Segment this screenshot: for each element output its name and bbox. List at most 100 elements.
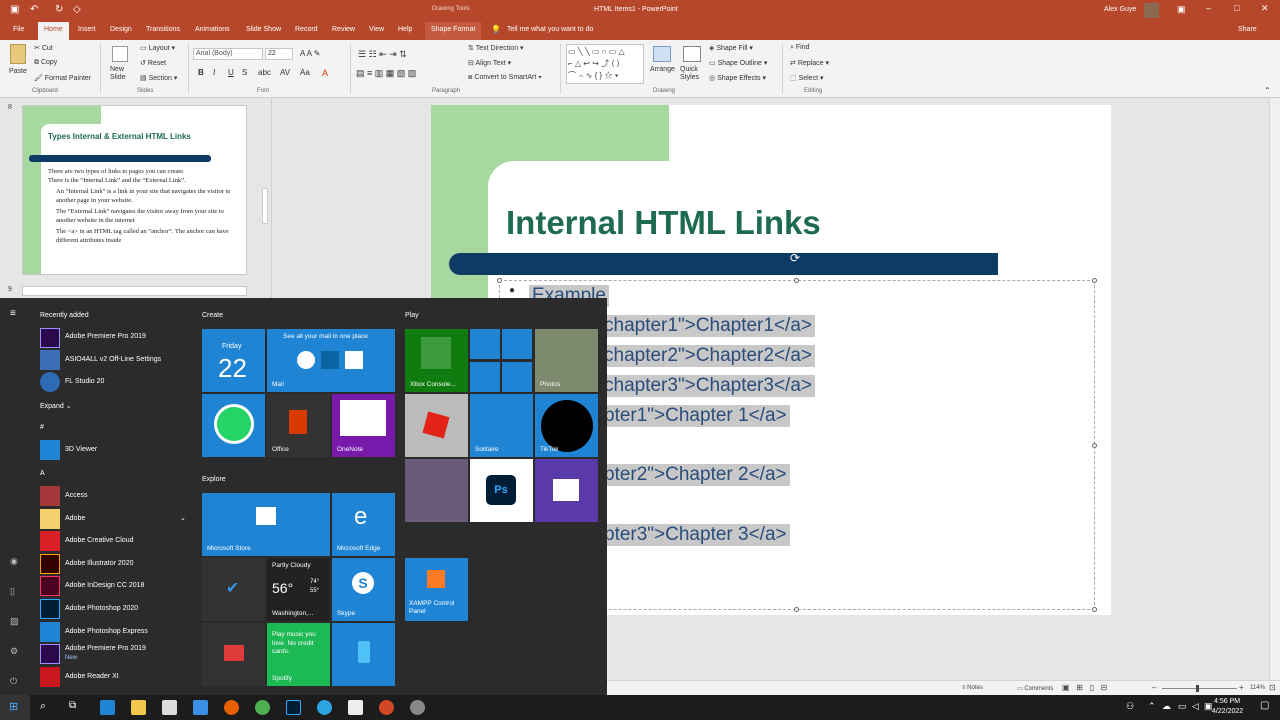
- office-tile[interactable]: Office: [267, 394, 330, 457]
- vertical-scrollbar[interactable]: [1269, 98, 1280, 680]
- tab-transitions[interactable]: Transitions: [146, 26, 180, 33]
- todo-tile[interactable]: ✔: [202, 558, 265, 621]
- store-taskbar-icon[interactable]: [162, 700, 177, 715]
- settings-taskbar-icon[interactable]: [410, 700, 425, 715]
- start-button[interactable]: ⊞: [0, 695, 30, 720]
- task-view-icon[interactable]: ⧉: [69, 700, 76, 711]
- replace-button[interactable]: ⇄ Replace ▾: [790, 59, 829, 67]
- roblox-tile[interactable]: [405, 394, 468, 457]
- redo-icon[interactable]: ↻: [55, 4, 63, 15]
- news-tile[interactable]: [202, 623, 265, 686]
- dolby-tile[interactable]: [535, 459, 598, 522]
- zoom-in-icon[interactable]: +: [1239, 683, 1244, 692]
- grow-font-icon[interactable]: A A ✎: [300, 49, 321, 58]
- edge-tile[interactable]: e Microsoft Edge: [332, 493, 395, 556]
- app-list-item[interactable]: ASIO4ALL v2 Off-Line Settings: [65, 356, 161, 363]
- globe-icon[interactable]: [317, 700, 332, 715]
- tab-review[interactable]: Review: [332, 26, 355, 33]
- minimize-icon[interactable]: –: [1206, 3, 1211, 13]
- app-list-item[interactable]: Adobe Illustrator 2020: [65, 560, 134, 567]
- clock-time[interactable]: 4:56 PM: [1214, 698, 1240, 705]
- tab-home[interactable]: Home: [38, 22, 69, 40]
- view-buttons[interactable]: ▣ ⊞ ▯ ⊟: [1062, 683, 1107, 692]
- slide-thumbnail-9[interactable]: [22, 286, 247, 296]
- shape-effects-button[interactable]: ◎ Shape Effects ▾: [709, 74, 766, 82]
- weather-tile[interactable]: Partly Cloudy 56° 74° 55° Washington,...: [267, 558, 330, 621]
- text-direction-button[interactable]: ⇅ Text Direction ▾: [468, 44, 524, 52]
- resize-handle[interactable]: [794, 278, 799, 283]
- strikethrough-button[interactable]: abc: [258, 68, 271, 77]
- skype-tile[interactable]: S Skype: [332, 558, 395, 621]
- expand-link[interactable]: Expand ⌄: [40, 402, 72, 410]
- app-list-item[interactable]: Adobe: [65, 515, 85, 522]
- zoom-level[interactable]: 114%: [1250, 685, 1265, 691]
- camera-tile[interactable]: [502, 362, 532, 392]
- maximize-icon[interactable]: □: [1234, 3, 1239, 13]
- store-tile[interactable]: Microsoft Store: [202, 493, 330, 556]
- pictures-icon[interactable]: ▨: [10, 616, 19, 627]
- code-line-1[interactable]: chapter1">Chapter1</a>: [601, 315, 815, 337]
- zoom-thumb[interactable]: [1196, 685, 1199, 692]
- code-line-3[interactable]: chapter3">Chapter3</a>: [601, 375, 815, 397]
- format-painter-button[interactable]: 🖌 Format Painter: [34, 74, 91, 82]
- thumb-scrollbar[interactable]: [262, 188, 268, 224]
- power-icon[interactable]: ⏻: [10, 676, 17, 687]
- firefox-icon[interactable]: [224, 700, 239, 715]
- app-list-item[interactable]: Adobe Creative Cloud: [65, 537, 134, 544]
- user-icon[interactable]: ◉: [10, 556, 18, 567]
- change-case-button[interactable]: Aa: [300, 68, 310, 77]
- select-button[interactable]: ⬚ Select ▾: [790, 74, 824, 82]
- slide-thumbnail-8[interactable]: Types Internal & External HTML Links The…: [22, 105, 247, 275]
- letter-heading[interactable]: A: [40, 470, 45, 477]
- code-line-6[interactable]: pter3">Chapter 3</a>: [601, 524, 790, 546]
- comments-button[interactable]: ▭ Comments: [1017, 685, 1053, 692]
- tab-insert[interactable]: Insert: [78, 26, 96, 33]
- cut-button[interactable]: ✂ Cut: [34, 44, 53, 52]
- tab-view[interactable]: View: [369, 26, 384, 33]
- app-list-item[interactable]: Adobe Premiere Pro 2019: [65, 333, 146, 340]
- shape-outline-button[interactable]: ▭ Shape Outline ▾: [709, 59, 767, 67]
- resize-handle[interactable]: [794, 607, 799, 612]
- resize-handle[interactable]: [1092, 278, 1097, 283]
- resize-handle[interactable]: [1092, 607, 1097, 612]
- code-line-2[interactable]: chapter2">Chapter2</a>: [601, 345, 815, 367]
- avatar[interactable]: [1144, 3, 1159, 18]
- user-name[interactable]: Alex Guye: [1104, 6, 1136, 13]
- xampp-tile[interactable]: XAMPP Control Panel: [405, 558, 468, 621]
- volume-icon[interactable]: ◁: [1192, 701, 1199, 712]
- xbox-tile[interactable]: Xbox Console...: [405, 329, 468, 392]
- calculator-tile[interactable]: [470, 362, 500, 392]
- new-slide-icon[interactable]: [112, 46, 128, 62]
- notification-icon[interactable]: ▢: [1260, 700, 1269, 711]
- app-list-item[interactable]: Adobe Premiere Pro 2019: [65, 645, 146, 652]
- zoom-slider[interactable]: [1162, 688, 1237, 689]
- settings-icon[interactable]: ⚙: [10, 646, 18, 657]
- spotify-tile[interactable]: Play music you love. No credit cards. Sp…: [267, 623, 330, 686]
- photoshop-express-tile[interactable]: Ps: [470, 459, 533, 522]
- convert-smartart-button[interactable]: ⧈ Convert to SmartArt ▾: [468, 74, 542, 82]
- tell-me-search[interactable]: Tell me what you want to do: [507, 26, 593, 33]
- bold-button[interactable]: B: [198, 68, 204, 77]
- shape-fill-button[interactable]: ◈ Shape Fill ▾: [709, 44, 753, 52]
- shapes-gallery[interactable]: ▭ ╲ ╲ ▭ ○ ▭ △ ⌐ △ ↩ ↪ ⤴ ⟨ ⟩ ⌒ ⌢ ∿ { } ☆ ▾: [566, 44, 644, 84]
- close-icon[interactable]: ✕: [1261, 3, 1269, 14]
- arrange-icon[interactable]: [653, 46, 671, 62]
- collapse-ribbon-icon[interactable]: ⌃: [1264, 86, 1271, 95]
- font-color-button[interactable]: A: [322, 68, 328, 78]
- bullets-icon[interactable]: ☰ ☷ ⇤ ⇥ ⇅: [358, 49, 407, 60]
- reset-button[interactable]: ↺ Reset: [140, 59, 166, 67]
- underline-button[interactable]: U: [228, 68, 234, 77]
- resize-handle[interactable]: [497, 278, 502, 283]
- notes-taskbar-icon[interactable]: [348, 700, 363, 715]
- fit-slide-icon[interactable]: ⊡: [1269, 683, 1276, 692]
- italic-button[interactable]: I: [213, 68, 215, 77]
- search-icon[interactable]: ⌕: [40, 700, 46, 713]
- tab-file[interactable]: File: [13, 26, 24, 33]
- share-button[interactable]: Share: [1238, 26, 1257, 33]
- ribbon-display-icon[interactable]: ▣: [1177, 4, 1186, 15]
- tab-design[interactable]: Design: [110, 26, 132, 33]
- tab-record[interactable]: Record: [295, 26, 318, 33]
- app-list-item[interactable]: 3D Viewer: [65, 446, 97, 453]
- section-button[interactable]: ▤ Section ▾: [140, 74, 177, 82]
- clock-date[interactable]: 4/22/2022: [1212, 708, 1243, 715]
